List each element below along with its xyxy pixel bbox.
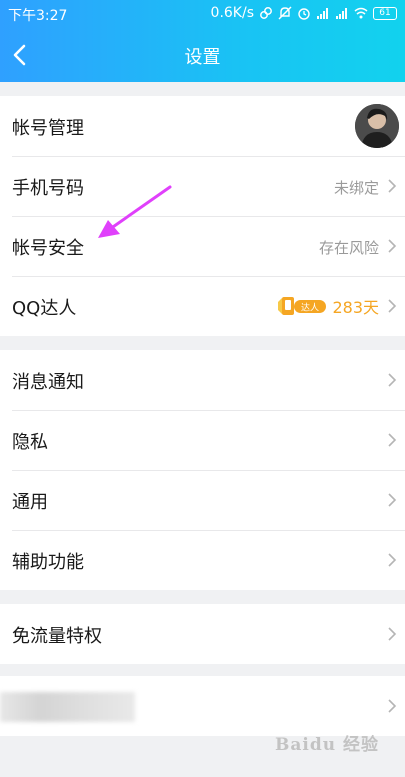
signal-icon <box>336 8 347 19</box>
network-speed: 0.6K/s <box>210 5 254 21</box>
qq-expert-row[interactable]: QQ达人 达人 283天 <box>0 276 405 336</box>
qq-expert-days: 达人 283天 <box>276 294 379 318</box>
avatar-image <box>355 104 399 148</box>
traffic-settings-group: 免流量特权 <box>0 604 405 664</box>
row-label: 隐私 <box>12 432 48 453</box>
nav-bar: 设置 <box>0 28 405 82</box>
general-row[interactable]: 通用 <box>0 470 405 530</box>
message-notifications-row[interactable]: 消息通知 <box>0 350 405 410</box>
chevron-right-icon <box>388 179 397 193</box>
mute-bell-icon <box>278 6 292 20</box>
chevron-right-icon <box>388 493 397 507</box>
app-header: 下午3:27 0.6K/s 61 设置 <box>0 0 405 82</box>
status-icons: 0.6K/s 61 <box>211 5 397 21</box>
chevron-right-icon <box>388 433 397 447</box>
row-label: 免流量特权 <box>12 626 102 647</box>
row-value: 283天 <box>332 298 379 317</box>
row-value: 存在风险 <box>318 239 379 257</box>
blurred-row[interactable] <box>0 676 405 736</box>
page-title: 设置 <box>184 47 221 68</box>
chevron-right-icon <box>388 373 397 387</box>
blurred-row-group <box>0 676 405 736</box>
link-icon <box>260 7 272 19</box>
general-settings-group: 消息通知 隐私 通用 辅助功能 <box>0 350 405 590</box>
row-label: 通用 <box>12 492 48 513</box>
row-label: 消息通知 <box>12 372 84 393</box>
row-label: QQ达人 <box>12 298 77 319</box>
account-security-row[interactable]: 帐号安全 存在风险 <box>0 216 405 276</box>
row-value: 未绑定 <box>333 179 379 197</box>
free-traffic-row[interactable]: 免流量特权 <box>0 604 405 664</box>
row-label: 辅助功能 <box>12 552 84 573</box>
row-label: 手机号码 <box>12 178 84 199</box>
signal-hd-icon <box>317 8 328 19</box>
privacy-row[interactable]: 隐私 <box>0 410 405 470</box>
qq-badge-label: 达人 <box>301 302 319 314</box>
account-settings-group: 帐号管理 手机号码 未绑定 帐号安全 存在风险 QQ达人 达人 283天 <box>0 96 405 336</box>
row-label: 帐号管理 <box>12 118 84 139</box>
chevron-right-icon <box>388 299 397 313</box>
blurred-content <box>0 692 135 722</box>
alarm-icon <box>298 8 310 20</box>
row-label: 帐号安全 <box>12 238 84 259</box>
battery-icon: 61 <box>373 6 397 20</box>
chevron-right-icon <box>388 239 397 253</box>
wifi-icon <box>354 7 368 19</box>
status-bar: 下午3:27 0.6K/s 61 <box>0 0 405 28</box>
account-management-row[interactable]: 帐号管理 <box>0 96 405 156</box>
phone-number-row[interactable]: 手机号码 未绑定 <box>0 156 405 216</box>
chevron-right-icon <box>388 699 397 713</box>
avatar[interactable] <box>355 104 399 148</box>
chevron-right-icon <box>388 553 397 567</box>
status-time: 下午3:27 <box>8 8 68 24</box>
baidu-watermark: Baidu 经验 <box>274 735 379 755</box>
qq-expert-badge-icon: 达人 <box>278 297 327 315</box>
chevron-right-icon <box>388 627 397 641</box>
accessibility-row[interactable]: 辅助功能 <box>0 530 405 590</box>
